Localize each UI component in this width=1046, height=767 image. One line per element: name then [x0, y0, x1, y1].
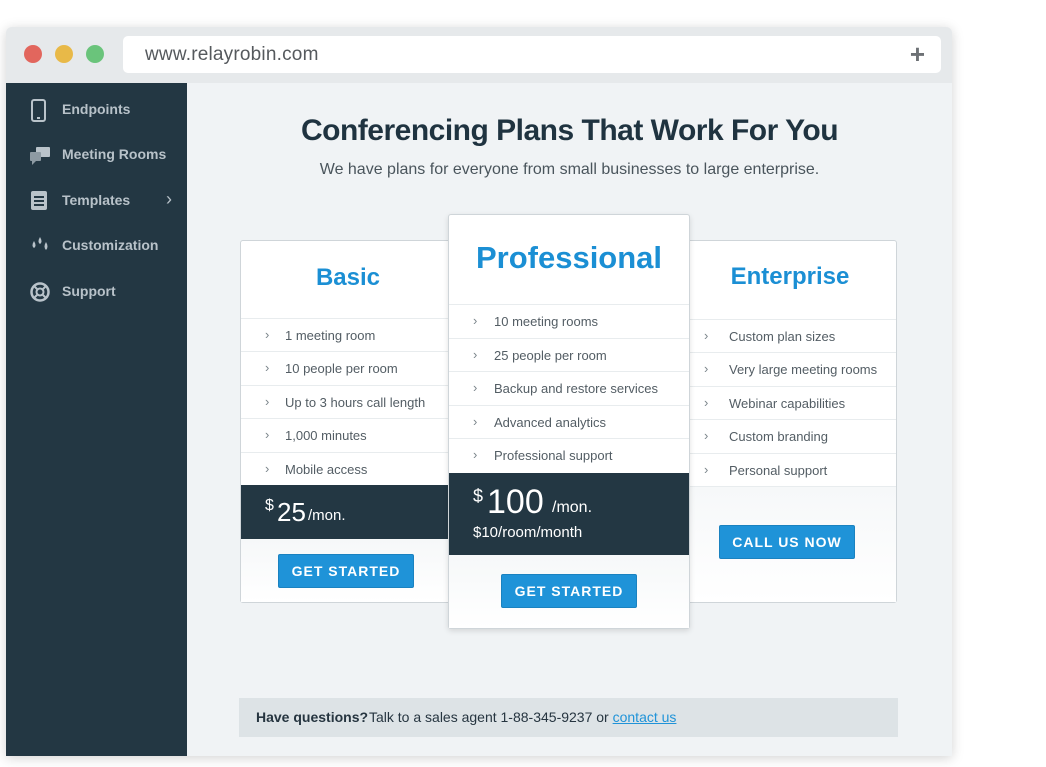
price-amount: 25 — [277, 497, 306, 527]
plan-name: Basic — [315, 264, 381, 291]
sidebar-item-label: Customization — [62, 237, 159, 253]
price-bar: $ 100 /mon. $10/room/month — [449, 473, 689, 555]
droplets-icon — [29, 235, 49, 257]
feature-item: › 25 people per room — [449, 338, 689, 371]
feature-item: › Very large meeting rooms — [684, 352, 896, 385]
sidebar-item-label: Templates — [62, 192, 131, 208]
contact-us-link[interactable]: contact us — [613, 709, 677, 725]
chevron-right-icon: › — [704, 428, 709, 443]
get-started-button[interactable]: GET STARTED — [501, 574, 637, 608]
sidebar-item-customization[interactable]: Customization — [6, 224, 187, 268]
plan-card-enterprise: Enterprise › Custom plan sizes › Very larg… — [683, 240, 897, 603]
page-title: Conferencing Plans That Work For You — [300, 114, 839, 147]
sidebar-item-support[interactable]: Support — [6, 270, 187, 314]
chevron-right-icon: › — [473, 380, 478, 395]
feature-item: › 10 meeting rooms — [449, 304, 689, 337]
url-text: www.relayrobin.com — [145, 44, 319, 65]
price-period: /mon. — [308, 507, 346, 524]
sidebar-item-label: Endpoints — [62, 101, 131, 117]
price-amount: 100 — [487, 483, 544, 521]
price-bar: $ 25 /mon. — [241, 485, 455, 539]
plan-name: Enterprise — [730, 263, 850, 290]
chevron-right-icon: › — [473, 447, 478, 462]
close-window-button[interactable] — [24, 45, 42, 63]
feature-item: › Backup and restore services — [449, 371, 689, 404]
sidebar-item-templates[interactable]: Templates › — [6, 179, 187, 223]
address-bar[interactable]: www.relayrobin.com + — [123, 36, 941, 73]
plan-name: Professional — [475, 240, 663, 275]
chevron-right-icon: › — [704, 462, 709, 477]
feature-item: › Custom branding — [684, 419, 896, 452]
feature-item: › 10 people per room — [241, 351, 455, 384]
main-content: Conferencing Plans That Work For You We … — [187, 83, 952, 756]
chevron-right-icon: › — [704, 361, 709, 376]
help-text: Talk to a sales agent 1-88-345-9237 or c… — [369, 709, 677, 725]
chevron-right-icon: › — [265, 327, 270, 342]
chevron-right-icon: › — [473, 347, 478, 362]
page-subtitle: We have plans for everyone from small bu… — [319, 161, 820, 178]
phone-icon — [29, 99, 49, 122]
chevron-right-icon: › — [265, 394, 270, 409]
browser-titlebar: www.relayrobin.com + — [6, 27, 952, 83]
chevron-right-icon: › — [265, 461, 270, 476]
sidebar-item-endpoints[interactable]: Endpoints — [6, 88, 187, 132]
minimize-window-button[interactable] — [55, 45, 73, 63]
document-icon — [29, 190, 49, 212]
feature-item: › Up to 3 hours call length — [241, 385, 455, 418]
price-per-room: $10/room/month — [473, 524, 583, 541]
chevron-right-icon: › — [473, 414, 478, 429]
chevron-right-icon: › — [265, 427, 270, 442]
feature-item: › Mobile access — [241, 452, 455, 485]
chevron-right-icon: › — [704, 395, 709, 410]
sidebar: Endpoints Meeting Rooms Templates › Cust… — [6, 83, 187, 756]
plan-card-professional: Professional › 10 meeting rooms › 25 peopl… — [448, 214, 690, 629]
feature-item: › Advanced analytics — [449, 405, 689, 438]
help-question: Have questions? — [256, 709, 369, 725]
feature-item: › Webinar capabilities — [684, 386, 896, 419]
chevron-right-icon: › — [166, 189, 172, 209]
feature-item: › 1,000 minutes — [241, 418, 455, 451]
chevron-right-icon: › — [704, 328, 709, 343]
price-period: /mon. — [552, 499, 593, 516]
browser-window: www.relayrobin.com + Endpoints Meeting R… — [6, 27, 952, 756]
call-us-button[interactable]: CALL US NOW — [719, 525, 855, 559]
help-banner: Have questions? Talk to a sales agent 1-… — [239, 698, 898, 737]
chevron-right-icon: › — [473, 313, 478, 328]
chat-bubbles-icon — [29, 144, 50, 166]
sidebar-item-meeting-rooms[interactable]: Meeting Rooms — [6, 133, 187, 177]
lifebuoy-icon — [29, 281, 50, 303]
get-started-button[interactable]: GET STARTED — [278, 554, 414, 588]
plan-card-basic: Basic › 1 meeting room › 10 people per roo… — [240, 240, 456, 603]
feature-item: › Custom plan sizes — [684, 319, 896, 352]
sidebar-item-label: Support — [62, 283, 116, 299]
sidebar-item-label: Meeting Rooms — [62, 146, 167, 162]
chevron-right-icon: › — [265, 360, 270, 375]
feature-item: › Personal support — [684, 453, 896, 486]
feature-item: › 1 meeting room — [241, 318, 455, 351]
maximize-window-button[interactable] — [86, 45, 104, 63]
feature-item: › Professional support — [449, 438, 689, 471]
new-tab-icon[interactable]: + — [910, 39, 925, 70]
